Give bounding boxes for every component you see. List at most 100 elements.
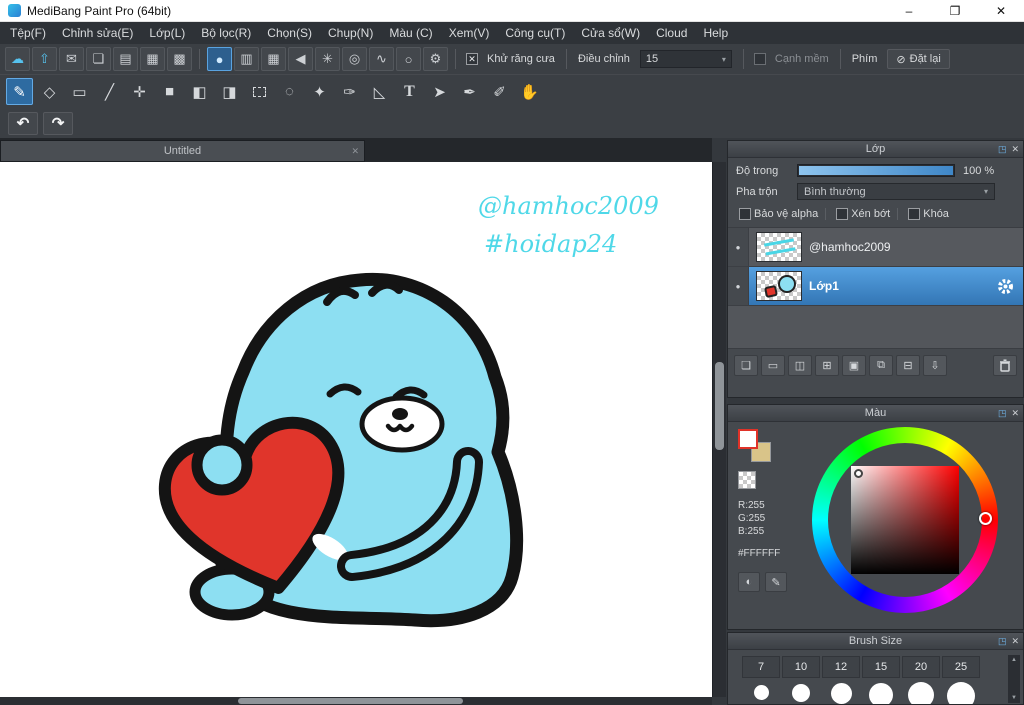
material-grid-icon[interactable]: ▦ — [140, 47, 165, 71]
palette-cells-icon[interactable]: ▩ — [167, 47, 192, 71]
brush-scatter-icon[interactable]: ✳ — [315, 47, 340, 71]
menu-edit[interactable]: Chỉnh sửa(E) — [54, 22, 141, 44]
lasso-tool[interactable]: ◌ — [276, 78, 303, 105]
redo-button[interactable]: ↷ — [43, 111, 73, 135]
gradient-tool[interactable]: ◨ — [216, 78, 243, 105]
magic-wand-tool[interactable]: ✦ — [306, 78, 333, 105]
maximize-button[interactable]: ❐ — [932, 0, 978, 21]
add-folder-button[interactable]: ▭ — [761, 355, 785, 376]
vertical-scrollbar-thumb[interactable] — [715, 362, 724, 450]
brush-preview-dot[interactable] — [792, 684, 810, 702]
canvas-horizontal-scrollbar[interactable] — [0, 697, 712, 705]
close-icon[interactable]: ✕ — [1011, 408, 1019, 419]
menu-help[interactable]: Help — [695, 22, 736, 44]
clipping-checkbox[interactable] — [836, 208, 849, 220]
add-layer-button[interactable]: ❏ — [734, 355, 758, 376]
move-tool[interactable]: ✛ — [126, 78, 153, 105]
brush-gradient-icon[interactable]: ▥ — [234, 47, 259, 71]
scroll-down-icon[interactable]: ▼ — [1011, 695, 1017, 701]
publish-icon[interactable]: ⇧ — [32, 47, 57, 71]
opacity-slider[interactable] — [797, 164, 955, 177]
saturation-value-cursor[interactable] — [854, 469, 863, 478]
brush-preview-dot[interactable] — [754, 685, 769, 700]
menu-color[interactable]: Màu (C) — [381, 22, 440, 44]
palette-edit-button[interactable]: ✎ — [765, 572, 787, 592]
layer-settings-gear-icon[interactable] — [997, 278, 1014, 295]
select-eraser-tool[interactable]: ◺ — [366, 78, 393, 105]
brush-preview-dot[interactable] — [947, 682, 975, 704]
cloud-brush-icon[interactable]: ☁ — [5, 47, 30, 71]
close-icon[interactable]: ✕ — [1011, 636, 1019, 647]
scroll-up-icon[interactable]: ▲ — [1011, 657, 1017, 663]
menu-tools[interactable]: Công cụ(T) — [497, 22, 573, 44]
antialias-checkbox[interactable]: ✕ — [466, 53, 478, 65]
saturation-value-box[interactable] — [851, 466, 959, 574]
document-icon[interactable]: ▤ — [113, 47, 138, 71]
hand-tool[interactable]: ✋ — [516, 78, 543, 105]
minimize-button[interactable]: – — [886, 0, 932, 21]
close-button[interactable]: ✕ — [978, 0, 1024, 21]
foreground-background-swatches[interactable] — [738, 429, 774, 465]
folder-button[interactable]: ▣ — [842, 355, 866, 376]
brush-preview-dot[interactable] — [831, 683, 852, 704]
menu-filter[interactable]: Bộ lọc(R) — [193, 22, 259, 44]
canvas-tab[interactable]: Untitled ✕ — [0, 140, 365, 162]
merge-down-button[interactable]: ⊟ — [896, 355, 920, 376]
brush-preview-dot[interactable] — [869, 683, 893, 704]
pen-tool[interactable]: ✒ — [456, 78, 483, 105]
operation-tool[interactable]: ➤ — [426, 78, 453, 105]
duplicate-layer-button[interactable]: ◫ — [788, 355, 812, 376]
close-icon[interactable]: ✕ — [1011, 144, 1019, 155]
eraser-tool[interactable]: ◇ — [36, 78, 63, 105]
lock-checkbox[interactable] — [908, 208, 921, 220]
brush-circle-icon[interactable]: ● — [207, 47, 232, 71]
menu-view[interactable]: Xem(V) — [441, 22, 498, 44]
reset-button[interactable]: ⊘ Đặt lại — [887, 49, 950, 69]
brush-ring-icon[interactable]: ○ — [396, 47, 421, 71]
menu-snap[interactable]: Chụp(N) — [320, 22, 381, 44]
blend-mode-dropdown[interactable]: Bình thường ▾ — [797, 183, 995, 200]
horizontal-scrollbar-thumb[interactable] — [238, 698, 463, 704]
menu-select[interactable]: Chọn(S) — [259, 22, 320, 44]
brush-curve-icon[interactable]: ∿ — [369, 47, 394, 71]
menu-cloud[interactable]: Cloud — [648, 22, 695, 44]
brush-settings-icon[interactable]: ⚙ — [423, 47, 448, 71]
copy-layer-button[interactable]: ⧉ — [869, 355, 893, 376]
undo-button[interactable]: ↶ — [8, 111, 38, 135]
brush-size-15[interactable]: 15 — [862, 656, 900, 678]
hue-cursor[interactable] — [979, 512, 992, 525]
shape-brush-tool[interactable]: ▭ — [66, 78, 93, 105]
menu-window[interactable]: Cửa sổ(W) — [573, 22, 648, 44]
popout-icon[interactable]: ◳ — [998, 144, 1007, 155]
popout-icon[interactable]: ◳ — [998, 636, 1007, 647]
adjust-value-dropdown[interactable]: 15 ▾ — [639, 50, 732, 68]
brush-preview-dot[interactable] — [908, 682, 934, 704]
transfer-button[interactable]: ⇩ — [923, 355, 947, 376]
layer-row-hamhoc[interactable]: ● @hamhoc2009 — [728, 228, 1023, 267]
brush-size-7[interactable]: 7 — [742, 656, 780, 678]
brush-triangle-icon[interactable]: ◀ — [288, 47, 313, 71]
add-layer-menu-button[interactable]: ⊞ — [815, 355, 839, 376]
brush-panel-scrollbar[interactable]: ▲ ▼ — [1008, 655, 1020, 703]
soft-edge-checkbox[interactable] — [753, 53, 766, 65]
brush-size-10[interactable]: 10 — [782, 656, 820, 678]
protect-alpha-checkbox[interactable] — [739, 208, 751, 220]
brush-size-20[interactable]: 20 — [902, 656, 940, 678]
brush-concentric-icon[interactable]: ◎ — [342, 47, 367, 71]
eyedropper-tool[interactable]: ✐ — [486, 78, 513, 105]
text-tool[interactable]: T — [396, 78, 423, 105]
transparent-color-swatch[interactable] — [738, 471, 756, 489]
delete-layer-button[interactable] — [993, 355, 1017, 376]
chat-icon[interactable]: ❏ — [86, 47, 111, 71]
brush-grid-icon[interactable]: ▦ — [261, 47, 286, 71]
layer-visibility-toggle[interactable]: ● — [728, 267, 749, 305]
select-rect-tool[interactable] — [246, 78, 273, 105]
line-tool[interactable]: ╱ — [96, 78, 123, 105]
popout-icon[interactable]: ◳ — [998, 408, 1007, 419]
bucket-tool[interactable]: ◧ — [186, 78, 213, 105]
brush-tool[interactable]: ✎ — [6, 78, 33, 105]
canvas-area[interactable]: @hamhoc2009 #hoidap24 — [0, 162, 712, 697]
tab-close-icon[interactable]: ✕ — [351, 146, 359, 157]
fill-rect-tool[interactable]: ■ — [156, 78, 183, 105]
layer-row-lop1[interactable]: ● Lớp1 — [728, 267, 1023, 306]
